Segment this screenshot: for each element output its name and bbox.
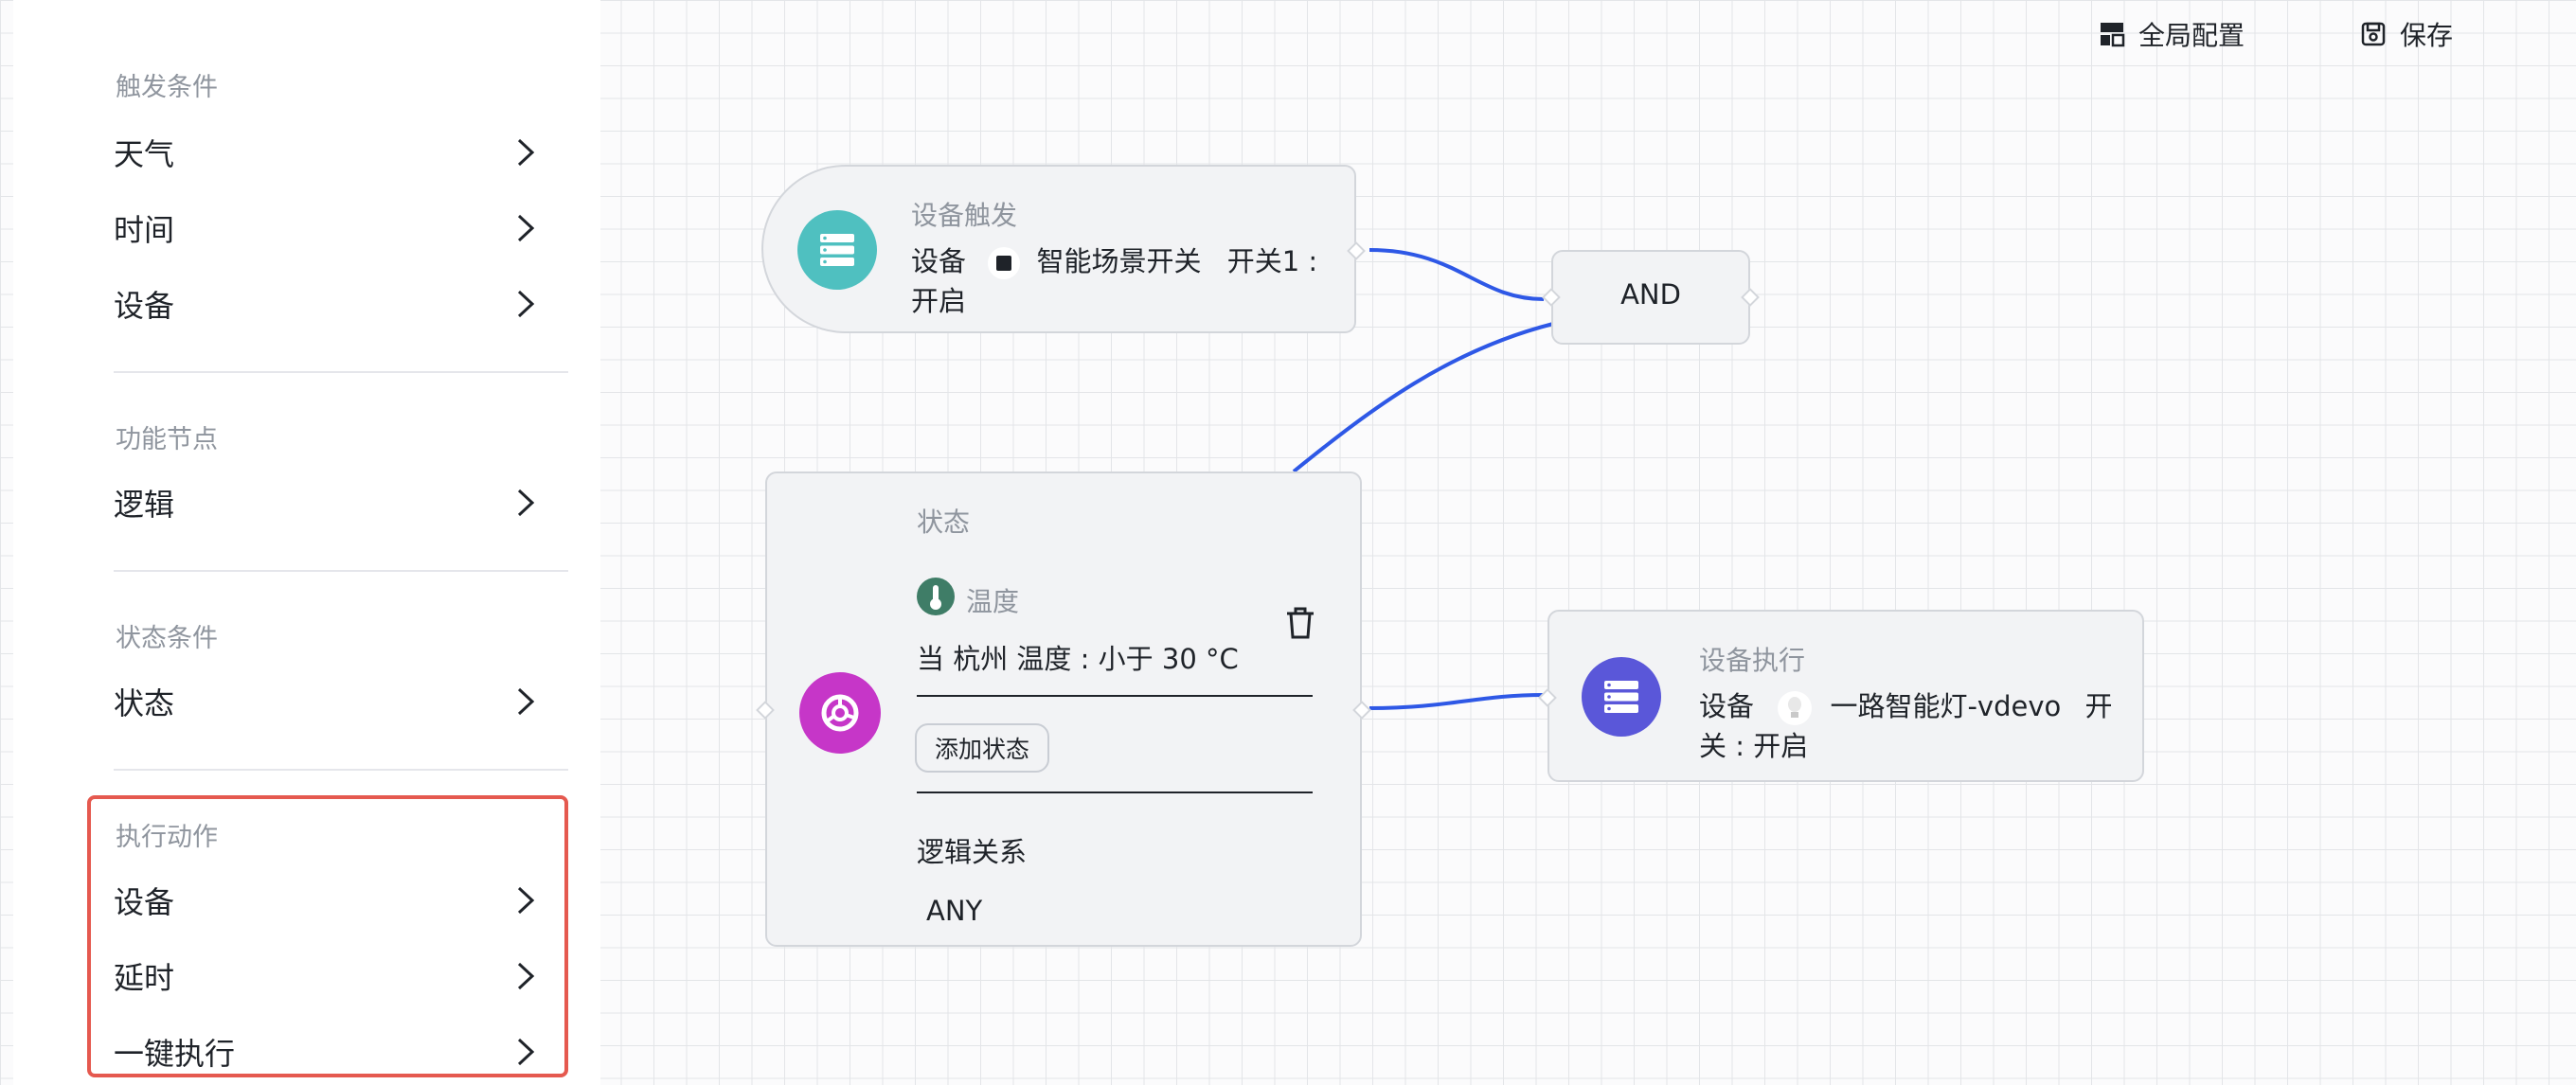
divider xyxy=(917,792,1313,793)
sidebar-item-weather[interactable]: 天气 xyxy=(114,125,538,180)
divider xyxy=(114,570,568,572)
section-title-action: 执行动作 xyxy=(116,823,218,852)
node-label: 设备执行 xyxy=(1699,645,1806,676)
state-condition-text: 当 杭州 温度 : 小于 30 °C xyxy=(917,643,1239,675)
condition-underline xyxy=(917,695,1313,697)
sidebar-item-one-click[interactable]: 一键执行 xyxy=(114,1024,538,1079)
node-label: 状态 xyxy=(917,507,971,538)
save-icon xyxy=(2361,22,2386,46)
chevron-right-icon xyxy=(517,138,535,167)
device-list-icon xyxy=(797,210,877,290)
add-state-button[interactable]: 添加状态 xyxy=(915,723,1049,773)
state-condition-node[interactable]: 状态 温度 当 杭州 温度 : 小于 30 °C 添加状态 逻辑关系 ANY xyxy=(756,471,1371,947)
sidebar-item-delay[interactable]: 延时 xyxy=(114,949,538,1004)
state-sub-label: 温度 xyxy=(966,586,1020,617)
chevron-right-icon xyxy=(517,886,535,915)
sidebar-item-time[interactable]: 时间 xyxy=(114,201,538,256)
chevron-right-icon xyxy=(517,962,535,990)
and-logic-node[interactable]: AND xyxy=(1542,250,1760,345)
layout-icon xyxy=(2101,23,2125,47)
sidebar-item-state[interactable]: 状态 xyxy=(114,674,538,729)
edge-state-to-action xyxy=(1368,693,1545,710)
switch-device-icon xyxy=(988,247,1021,279)
node-condition-line2: 开启 xyxy=(911,285,967,317)
chevron-right-icon xyxy=(517,214,535,242)
edge-state-to-and xyxy=(1292,322,1554,473)
chevron-right-icon xyxy=(517,290,535,318)
state-icon xyxy=(799,672,881,754)
node-label: AND xyxy=(1620,278,1681,311)
section-title-trigger: 触发条件 xyxy=(116,73,218,102)
sidebar-item-device-trigger[interactable]: 设备 xyxy=(114,276,538,331)
global-config-button[interactable]: 全局配置 xyxy=(2099,13,2245,55)
node-label: 设备触发 xyxy=(911,200,1018,231)
node-palette-sidebar: 触发条件 天气 时间 设备 功能节点 逻辑 状态条件 状态 执行动作 设备 延时… xyxy=(13,0,600,1085)
trash-icon[interactable] xyxy=(1284,606,1316,640)
chevron-right-icon xyxy=(517,1038,535,1066)
sidebar-item-device-action[interactable]: 设备 xyxy=(114,873,538,928)
node-condition-line1: 设备 一路智能灯-vdevo 开 xyxy=(1699,685,2112,727)
edge-trigger-to-and xyxy=(1368,248,1545,301)
sidebar-item-logic[interactable]: 逻辑 xyxy=(114,475,538,530)
device-trigger-node[interactable]: 设备触发 设备 智能场景开关 开关1 : 开启 xyxy=(761,165,1366,333)
light-bulb-icon xyxy=(1778,691,1813,725)
node-condition-line1: 设备 智能场景开关 开关1 : xyxy=(911,245,1318,279)
device-list-icon xyxy=(1582,657,1661,737)
device-action-node[interactable]: 设备执行 设备 一路智能灯-vdevo 开 关 : 开启 xyxy=(1538,610,2144,782)
section-title-function: 功能节点 xyxy=(116,425,218,454)
thermometer-icon xyxy=(917,578,955,615)
chevron-right-icon xyxy=(517,489,535,517)
chevron-right-icon xyxy=(517,687,535,716)
node-condition-line2: 关 : 开启 xyxy=(1699,730,1809,762)
divider xyxy=(114,371,568,373)
divider xyxy=(114,769,568,771)
section-title-state: 状态条件 xyxy=(116,624,218,653)
logic-relation-label: 逻辑关系 xyxy=(917,836,1028,868)
save-button[interactable]: 保存 xyxy=(2360,13,2453,55)
logic-relation-value[interactable]: ANY xyxy=(926,890,982,932)
